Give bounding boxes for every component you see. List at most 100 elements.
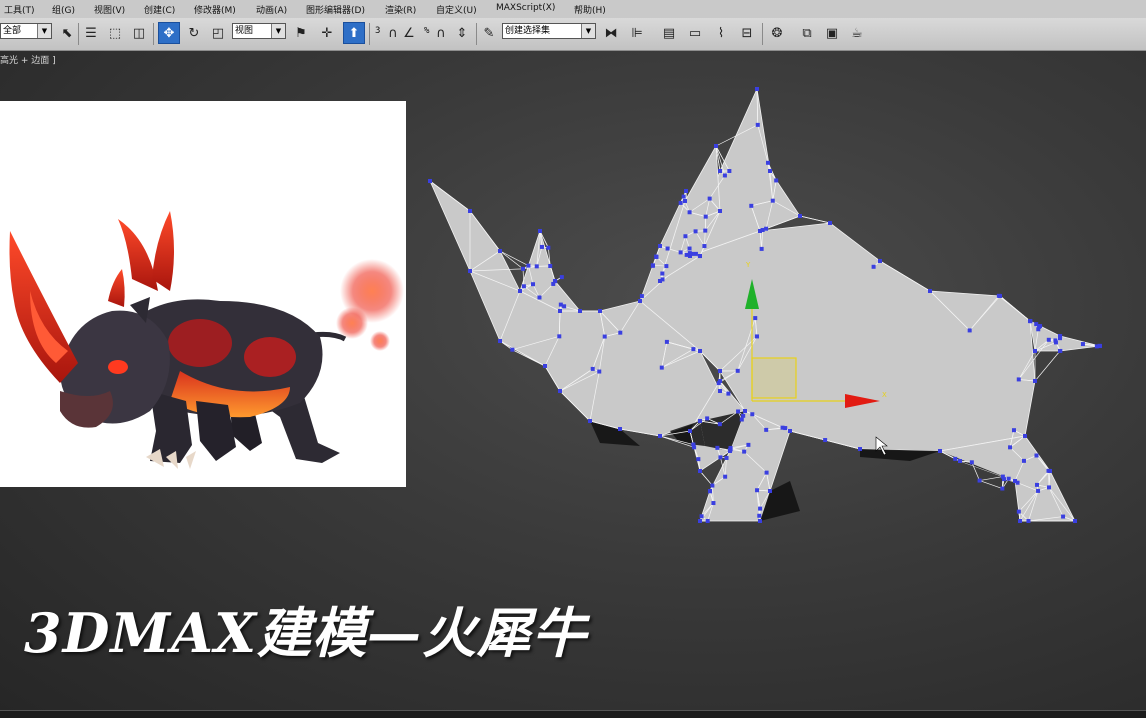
gizmo-xy-plane[interactable] (752, 358, 796, 398)
mesh-vertex[interactable] (1023, 434, 1027, 438)
mesh-vertex[interactable] (760, 247, 764, 251)
mesh-vertex[interactable] (755, 488, 759, 492)
select-and-move-icon[interactable]: ✥ (158, 22, 180, 44)
mesh-vertex[interactable] (578, 309, 582, 313)
mesh-vertex[interactable] (558, 389, 562, 393)
mesh-vertex[interactable] (725, 456, 729, 460)
mesh-vertex[interactable] (531, 282, 535, 286)
mesh-vertex[interactable] (798, 214, 802, 218)
layer-manager-icon[interactable]: ▤ (658, 22, 680, 44)
mesh-vertex[interactable] (704, 215, 708, 219)
mesh-vertex[interactable] (723, 475, 727, 479)
mesh-vertex[interactable] (718, 389, 722, 393)
mesh-vertex[interactable] (1047, 469, 1051, 473)
rect-selection-icon[interactable]: ⬚ (104, 22, 126, 44)
menu-graph-editors[interactable]: 图形编辑器(D) (306, 3, 365, 16)
mesh-vertex[interactable] (692, 445, 696, 449)
mesh-vertex[interactable] (718, 455, 722, 459)
mesh-vertex[interactable] (1033, 379, 1037, 383)
mesh-vertex[interactable] (718, 169, 722, 173)
mesh-vertex[interactable] (774, 178, 778, 182)
mesh-vertex[interactable] (558, 309, 562, 313)
mesh-vertex[interactable] (468, 269, 472, 273)
mesh-vertex[interactable] (540, 245, 544, 249)
mesh-vertex[interactable] (658, 279, 662, 283)
mesh-vertex[interactable] (665, 340, 669, 344)
percent-snap-label[interactable]: % (424, 26, 429, 36)
mesh-vertex[interactable] (768, 489, 772, 493)
mesh-vertex[interactable] (702, 244, 706, 248)
mesh-vertex[interactable] (1017, 510, 1021, 514)
mesh-vertex[interactable] (710, 484, 714, 488)
mesh-vertex[interactable] (1033, 349, 1037, 353)
mesh-vertex[interactable] (1058, 334, 1062, 338)
mesh-vertex[interactable] (758, 519, 762, 523)
mesh-vertex[interactable] (660, 366, 664, 370)
menu-view[interactable]: 视图(V) (94, 3, 125, 16)
mesh-vertex[interactable] (714, 144, 718, 148)
mesh-vertex[interactable] (823, 438, 827, 442)
mesh-vertex[interactable] (1008, 445, 1012, 449)
mesh-vertex[interactable] (498, 339, 502, 343)
mesh-vertex[interactable] (664, 264, 668, 268)
render-teapot-icon[interactable]: ☕ (846, 22, 868, 44)
mesh-vertex[interactable] (698, 519, 702, 523)
mesh-vertex[interactable] (537, 295, 541, 299)
mesh-vertex[interactable] (742, 450, 746, 454)
mesh-vertex[interactable] (743, 409, 747, 413)
spinner-snap-icon[interactable]: ⇕ (451, 22, 473, 44)
mesh-vertex[interactable] (756, 123, 760, 127)
mesh-vertex[interactable] (723, 173, 727, 177)
mesh-vertex[interactable] (1035, 483, 1039, 487)
mesh-vertex[interactable] (603, 335, 607, 339)
mesh-vertex[interactable] (535, 264, 539, 268)
mesh-vertex[interactable] (700, 514, 704, 518)
mesh-vertex[interactable] (746, 443, 750, 447)
mesh-vertex[interactable] (1034, 322, 1038, 326)
menu-animation[interactable]: 动画(A) (256, 3, 287, 16)
snap-toggle-label[interactable]: 3 (375, 26, 380, 36)
mesh-vertex[interactable] (518, 289, 522, 293)
mesh-vertex[interactable] (718, 422, 722, 426)
material-editor-icon[interactable]: ❂ (766, 22, 788, 44)
mesh-vertex[interactable] (498, 249, 502, 253)
mesh-vertex[interactable] (764, 227, 768, 231)
mesh-vertex[interactable] (761, 228, 765, 232)
mesh-vertex[interactable] (757, 514, 761, 518)
mesh-vertex[interactable] (708, 489, 712, 493)
mesh-vertex[interactable] (688, 210, 692, 214)
mesh-vertex[interactable] (970, 460, 974, 464)
mesh-vertex[interactable] (727, 169, 731, 173)
mesh-vertex[interactable] (688, 429, 692, 433)
keyboard-shortcut-override-icon[interactable]: ⬆ (343, 22, 365, 44)
mesh-vertex[interactable] (758, 507, 762, 511)
menu-modifiers[interactable]: 修改器(M) (194, 3, 236, 16)
mesh-vertex[interactable] (560, 275, 564, 279)
mesh-vertex[interactable] (698, 254, 702, 258)
mesh-vertex[interactable] (729, 447, 733, 451)
mesh-vertex[interactable] (968, 328, 972, 332)
menu-group[interactable]: 组(G) (52, 3, 75, 16)
mesh-vertex[interactable] (878, 259, 882, 263)
mesh-vertex[interactable] (768, 169, 772, 173)
mesh-vertex[interactable] (694, 252, 698, 256)
menu-help[interactable]: 帮助(H) (574, 3, 606, 16)
mesh-vertex[interactable] (1047, 485, 1051, 489)
mesh-vertex[interactable] (682, 195, 686, 199)
mesh-vertex[interactable] (658, 244, 662, 248)
mirror-icon[interactable]: ⧓ (600, 22, 622, 44)
mesh-vertex[interactable] (953, 457, 957, 461)
mesh-vertex[interactable] (1018, 519, 1022, 523)
mesh-vertex[interactable] (521, 267, 525, 271)
mesh-vertex[interactable] (717, 381, 721, 385)
mesh-vertex[interactable] (538, 229, 542, 233)
mesh-vertex[interactable] (691, 347, 695, 351)
edit-named-selection-icon[interactable]: ✎ (478, 22, 500, 44)
mesh-vertex[interactable] (711, 501, 715, 505)
mesh-vertex[interactable] (618, 331, 622, 335)
mesh-vertex[interactable] (978, 479, 982, 483)
mesh-vertex[interactable] (1022, 459, 1026, 463)
pivot-center-icon[interactable]: ⚑ (290, 22, 312, 44)
mesh-vertex[interactable] (654, 255, 658, 259)
mesh-vertex[interactable] (771, 199, 775, 203)
